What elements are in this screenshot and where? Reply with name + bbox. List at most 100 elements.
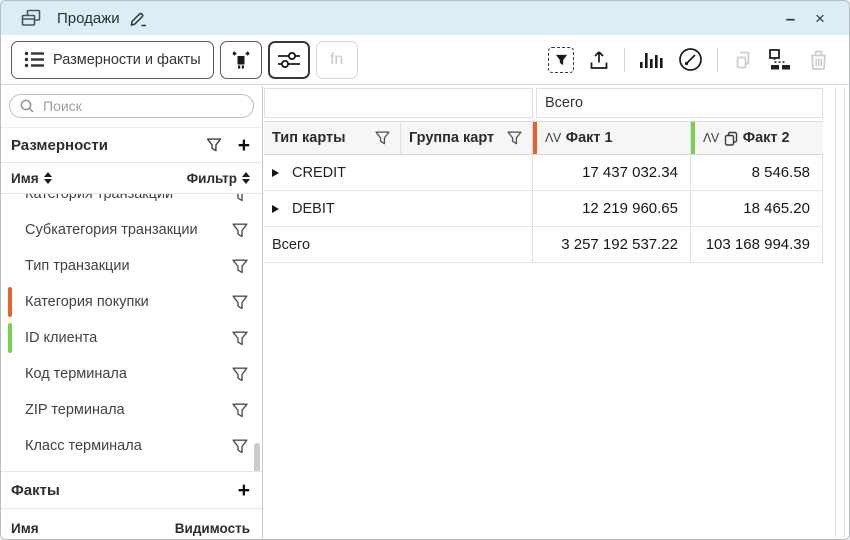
dimension-marker	[8, 359, 12, 389]
search-icon	[20, 99, 34, 113]
dimension-item[interactable]: Субкатегория транзакции	[1, 212, 262, 248]
table-scrollbar-track[interactable]	[835, 87, 845, 537]
pivot-row: Всего 3 257 192 537.22 103 168 994.39	[264, 227, 823, 263]
sort-icon	[44, 172, 52, 184]
dimensions-list: Категория транзакции Субкатегория транза…	[1, 194, 262, 471]
dimension-item[interactable]: Тип транзакции	[1, 248, 262, 284]
toolbar-right-icons	[548, 47, 839, 73]
search-row	[1, 86, 262, 128]
copy-button	[732, 49, 754, 71]
fact2-color-bar	[691, 122, 695, 154]
dimensions-facts-button[interactable]: Размерности и факты	[11, 41, 214, 79]
dimension-label: ID клиента	[25, 330, 232, 346]
dimension-marker	[8, 287, 12, 317]
add-fact-button[interactable]: +	[238, 480, 250, 501]
fact1-aggregation: ΛV	[545, 131, 561, 145]
header-fact2[interactable]: ΛV Факт 2	[691, 122, 823, 154]
compass-button[interactable]	[678, 47, 703, 72]
expand-caret[interactable]	[272, 205, 279, 213]
fact1-value-cell[interactable]: 3 257 192 537.22	[533, 227, 691, 262]
dimensions-filter-icon[interactable]	[206, 138, 222, 152]
dimension-filter-icon[interactable]	[232, 295, 248, 310]
dimension-marker	[8, 251, 12, 281]
search-input[interactable]	[43, 98, 243, 114]
dimensions-section-header: Размерности +	[1, 128, 262, 163]
row-label: Всего	[272, 237, 310, 253]
fact2-label: Факт 2	[743, 130, 790, 146]
dimension-item[interactable]: Категория покупки	[1, 284, 262, 320]
dimension-marker	[8, 395, 12, 425]
export-button[interactable]	[588, 49, 610, 71]
filter-area-icon	[548, 47, 574, 73]
toolbar-divider	[717, 48, 718, 72]
row-label: CREDIT	[292, 165, 346, 181]
dimensions-facts-label: Размерности и факты	[53, 52, 201, 68]
dimensions-columns-header: Имя Фильтр	[1, 163, 262, 194]
dimension-filter-icon[interactable]	[232, 367, 248, 382]
fact2-value-cell[interactable]: 103 168 994.39	[691, 227, 823, 262]
page-title: Продажи	[57, 10, 120, 27]
row-label-cell[interactable]: DEBIT	[264, 191, 533, 226]
fact1-label: Факт 1	[566, 130, 613, 146]
list-icon	[24, 51, 45, 68]
pivot-row: CREDIT 17 437 032.34 8 546.58	[264, 155, 823, 191]
row-label-cell[interactable]: CREDIT	[264, 155, 533, 190]
dimension-filter-icon[interactable]	[232, 223, 248, 238]
facts-columns-header: Имя Видимость	[1, 509, 262, 540]
sliders-icon	[277, 51, 301, 69]
dimension-item[interactable]: ID клиента	[1, 320, 262, 356]
toolbar-divider	[624, 48, 625, 72]
dimension-filter-icon[interactable]	[232, 194, 248, 202]
add-dimension-button[interactable]: +	[238, 135, 250, 156]
edit-title-icon[interactable]	[129, 10, 148, 27]
fact1-value-cell[interactable]: 12 219 960.65	[533, 191, 691, 226]
card-type-filter-icon[interactable]	[375, 131, 390, 145]
dimension-filter-icon[interactable]	[232, 439, 248, 454]
row-label-cell[interactable]: Всего	[264, 227, 533, 262]
chart-button[interactable]	[639, 50, 664, 70]
fields-sidebar: Размерности + Имя Фильтр Категория транз…	[1, 86, 263, 539]
column-width-icon	[230, 50, 252, 70]
facts-section-header: Факты +	[1, 471, 262, 509]
dimension-label: ZIP терминала	[25, 402, 232, 418]
dimension-item[interactable]: ZIP терминала	[1, 392, 262, 428]
close-button[interactable]: ×	[809, 10, 831, 27]
fn-icon: fn	[330, 51, 343, 69]
dimension-marker	[8, 194, 12, 209]
card-group-filter-icon[interactable]	[507, 131, 522, 145]
column-width-button[interactable]	[220, 41, 262, 79]
dimension-filter-icon[interactable]	[232, 259, 248, 274]
fact-col-name[interactable]: Имя	[11, 521, 39, 536]
title-bar: Продажи – ×	[1, 1, 849, 35]
fact2-value-cell[interactable]: 8 546.58	[691, 155, 823, 190]
dimension-label: Субкатегория транзакции	[25, 222, 232, 238]
delete-button	[807, 49, 831, 71]
pivot-table: Тип карты Группа карт ΛV Факт 1	[264, 121, 823, 263]
header-card-type[interactable]: Тип карты	[264, 122, 401, 154]
dimension-marker	[8, 215, 12, 245]
header-card-group[interactable]: Группа карт	[401, 122, 533, 154]
dimension-label: Категория покупки	[25, 294, 232, 310]
fact-col-visibility[interactable]: Видимость	[175, 521, 250, 536]
fact1-value-cell[interactable]: 17 437 032.34	[533, 155, 691, 190]
dimension-item[interactable]: Код терминала	[1, 356, 262, 392]
fact2-aggregation: ΛV	[703, 131, 719, 145]
dimension-label: Категория транзакции	[25, 194, 232, 202]
search-box[interactable]	[9, 94, 254, 118]
dimension-filter-icon[interactable]	[232, 331, 248, 346]
dim-col-filter[interactable]: Фильтр	[187, 171, 250, 186]
header-fact1[interactable]: ΛV Факт 1	[533, 122, 691, 154]
settings-sliders-button[interactable]	[268, 41, 310, 79]
minimize-button[interactable]: –	[779, 10, 801, 27]
filter-area-button[interactable]	[548, 47, 574, 73]
expand-caret[interactable]	[272, 169, 279, 177]
dimension-filter-icon[interactable]	[232, 403, 248, 418]
app-window: Продажи – × Размерности и факты	[0, 0, 850, 540]
dimension-item[interactable]: Класс терминала	[1, 428, 262, 464]
pivot-row: DEBIT 12 219 960.65 18 465.20	[264, 191, 823, 227]
dim-col-name[interactable]: Имя	[11, 171, 52, 186]
dimension-item[interactable]: Категория транзакции	[1, 194, 262, 212]
sidebar-scrollbar-thumb[interactable]	[254, 443, 260, 471]
fact2-value-cell[interactable]: 18 465.20	[691, 191, 823, 226]
structure-button[interactable]	[768, 48, 793, 71]
